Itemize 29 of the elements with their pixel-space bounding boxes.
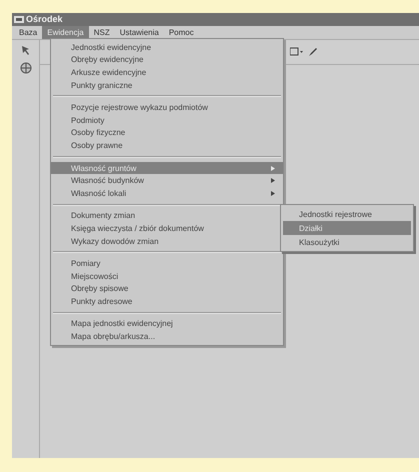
menu-bar-item[interactable]: Baza (14, 26, 42, 39)
menu-item[interactable]: Dokumenty zmian (51, 210, 283, 222)
menu-item[interactable]: Punkty adresowe (51, 295, 283, 308)
menu-item[interactable]: Punkty graniczne (51, 78, 283, 92)
menu-item[interactable]: Obręby spisowe (51, 282, 283, 296)
menu-item[interactable]: Wykazy dowodów zmian (51, 234, 283, 248)
menu-item[interactable]: Jednostki ewidencyjne (51, 41, 283, 54)
menu-item[interactable]: Klasoużytki (283, 235, 411, 249)
menu-item[interactable]: Pozycje rejestrowe wykazu podmiotów (51, 101, 283, 114)
window-title: Ośrodek (26, 14, 63, 24)
menu-bar-item[interactable]: Ewidencja (42, 26, 89, 39)
menu-item[interactable]: Własność lokali (51, 186, 283, 200)
menu-item[interactable]: Jednostki rejestrowe (283, 207, 411, 221)
menu-item[interactable]: Działki (283, 221, 411, 235)
menu-item[interactable]: Pomiary (51, 257, 283, 270)
menu-item[interactable]: Mapa obrębu/arkusza... (51, 330, 283, 343)
menu-item[interactable]: Własność gruntów (51, 162, 283, 174)
menu-item[interactable]: Własność budynków (51, 174, 283, 187)
menu-item[interactable]: Miejscowości (51, 270, 283, 282)
menu-bar-item[interactable]: Ustawienia (114, 26, 164, 39)
menu-item[interactable]: Obręby ewidencyjne (51, 54, 283, 66)
menu-bar-item[interactable]: NSZ (88, 26, 115, 39)
menu-item[interactable]: Osoby prawne (51, 139, 283, 152)
menu-item[interactable]: Osoby fizyczne (51, 126, 283, 140)
menu-item[interactable]: Podmioty (51, 114, 283, 127)
menu-bar-item[interactable]: Pomoc (164, 26, 199, 39)
menu-item[interactable]: Mapa jednostki ewidencyjnej (51, 318, 283, 330)
menu-item[interactable]: Arkusze ewidencyjne (51, 66, 283, 79)
menu-item[interactable]: Księga wieczysta / zbiór dokumentów (51, 222, 283, 235)
